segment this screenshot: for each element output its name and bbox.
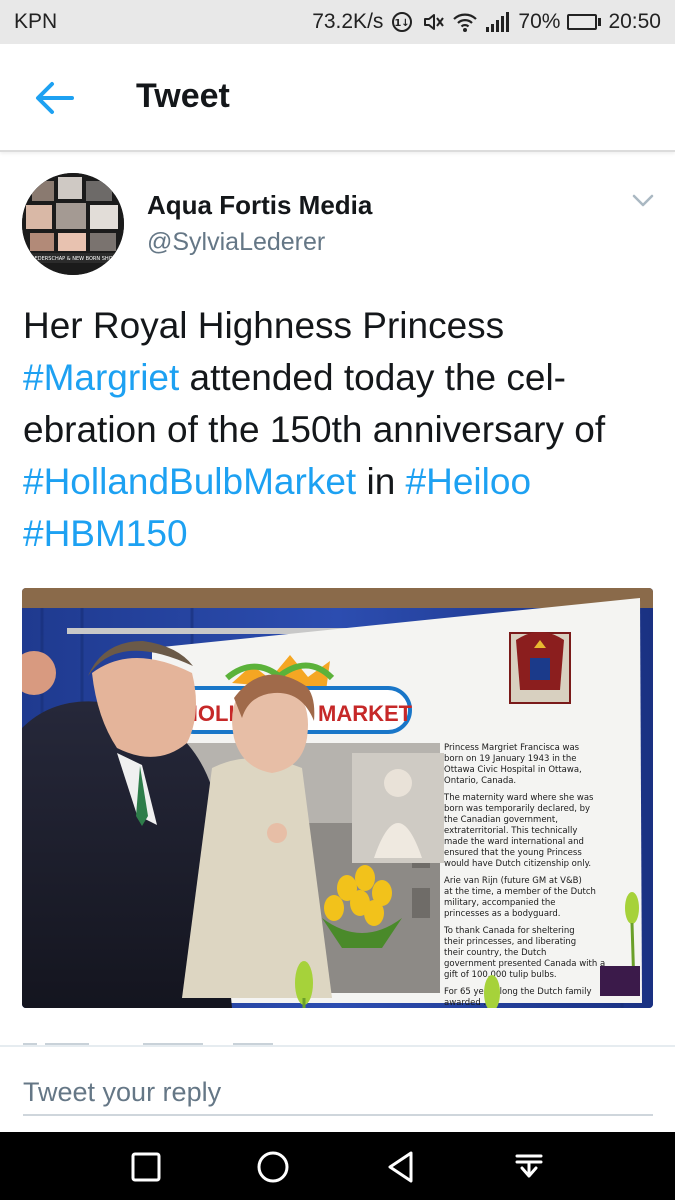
tweet-text-segment: Her Royal Highness Princess bbox=[23, 305, 505, 346]
nav-back-button[interactable] bbox=[380, 1146, 422, 1188]
coat-of-arms bbox=[509, 632, 571, 704]
banner-text-right: MARKET bbox=[318, 701, 413, 726]
avatar-caption: MOEDERSCHAP & NEW BORN SHOOT bbox=[26, 256, 120, 262]
recents-button[interactable] bbox=[125, 1146, 167, 1188]
tweet-photo[interactable]: HOLLAN MARKET Princess Margriet Francisc… bbox=[22, 588, 653, 1008]
system-nav-bar bbox=[0, 1132, 675, 1200]
notifications-button[interactable] bbox=[508, 1146, 550, 1188]
app-bar: Tweet bbox=[0, 44, 675, 152]
recents-square-icon bbox=[131, 1152, 161, 1182]
data-saver-icon: 1↓ bbox=[390, 10, 414, 34]
network-speed: 73.2K/s bbox=[312, 10, 384, 33]
author-handle[interactable]: @SylviaLederer bbox=[147, 228, 325, 257]
hashtag-link[interactable]: #Heiloo bbox=[406, 461, 531, 502]
back-button[interactable] bbox=[30, 78, 78, 118]
signal-icon bbox=[485, 11, 511, 33]
hashtag-link[interactable]: #HollandBulbMarket bbox=[23, 461, 356, 502]
avatar[interactable]: MOEDERSCHAP & NEW BORN SHOOT bbox=[22, 173, 124, 275]
battery-percent: 70% bbox=[518, 10, 561, 33]
carrier-label: KPN bbox=[14, 10, 58, 33]
hashtag-link[interactable]: #HBM150 bbox=[23, 513, 188, 554]
hashtag-link[interactable]: #Margriet bbox=[23, 357, 179, 398]
home-circle-icon bbox=[257, 1151, 289, 1183]
page-title: Tweet bbox=[136, 77, 230, 115]
reply-input[interactable] bbox=[23, 1070, 653, 1116]
author-name[interactable]: Aqua Fortis Media bbox=[147, 190, 372, 221]
clock: 20:50 bbox=[608, 10, 661, 33]
wifi-icon bbox=[452, 10, 478, 34]
svg-text:1↓: 1↓ bbox=[395, 18, 410, 29]
battery-icon bbox=[567, 14, 602, 30]
tweet-options-button[interactable] bbox=[626, 186, 660, 216]
status-bar: KPN 73.2K/s 1↓ 70% 20:50 bbox=[0, 0, 675, 44]
home-button[interactable] bbox=[252, 1146, 294, 1188]
arrow-left-icon bbox=[36, 82, 74, 114]
poster-paragraph: The maternity ward where she was born was… bbox=[443, 793, 594, 869]
back-triangle-icon bbox=[388, 1151, 413, 1183]
tweet-text: Her Royal Highness Princess #Margriet at… bbox=[23, 300, 663, 560]
chevron-down-icon bbox=[632, 194, 654, 207]
tweet-text-segment: in bbox=[356, 461, 406, 502]
status-icons: 73.2K/s 1↓ 70% 20:50 bbox=[312, 10, 675, 34]
mute-icon bbox=[421, 10, 445, 34]
divider bbox=[0, 1045, 675, 1047]
notification-pull-down-icon bbox=[515, 1154, 543, 1178]
